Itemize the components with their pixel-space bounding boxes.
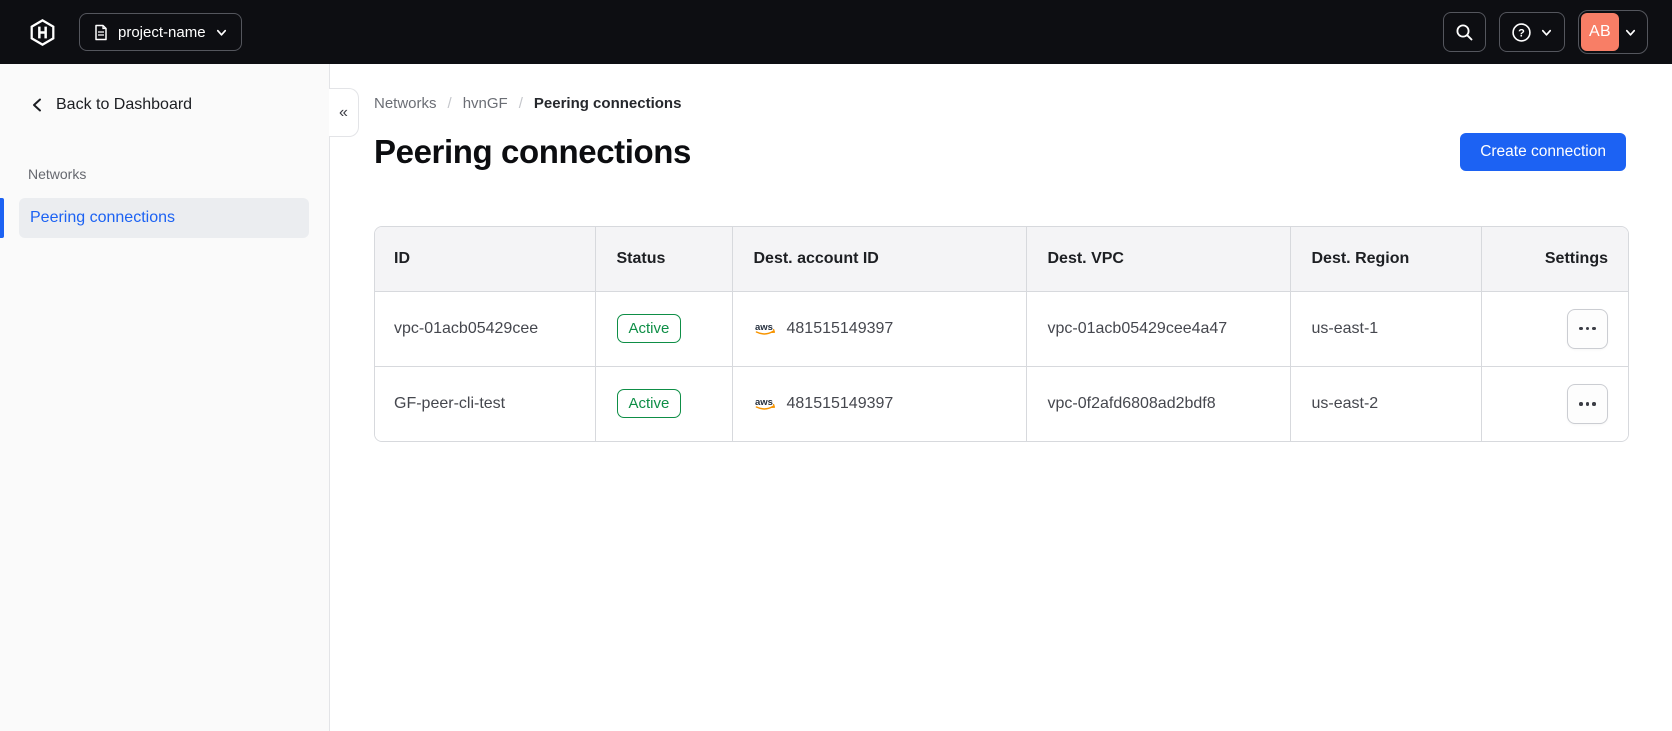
table-row: vpc-01acb05429cee Active aws 48151514939… [375, 290, 1628, 366]
cell-settings [1480, 290, 1628, 366]
project-switcher[interactable]: project-name [79, 13, 242, 51]
chevron-left-icon [30, 97, 44, 113]
status-badge: Active [616, 314, 682, 343]
active-item-indicator [0, 198, 4, 238]
cell-id: GF-peer-cli-test [375, 365, 595, 441]
svg-text:aws: aws [755, 397, 773, 408]
create-connection-button[interactable]: Create connection [1460, 133, 1626, 171]
help-circle-icon: ? [1511, 22, 1532, 43]
sidebar-item-label: Peering connections [30, 209, 175, 226]
breadcrumb-hvn[interactable]: hvnGF [463, 95, 508, 112]
breadcrumb-current: Peering connections [533, 95, 682, 112]
breadcrumb-separator: / [447, 95, 452, 112]
svg-text:aws: aws [755, 322, 773, 333]
back-to-dashboard-link[interactable]: Back to Dashboard [30, 96, 329, 114]
account-id-value: 481515149397 [786, 394, 894, 412]
back-to-dashboard-label: Back to Dashboard [56, 96, 193, 113]
breadcrumb: Networks / hvnGF / Peering connections [374, 95, 1626, 112]
topbar: project-name ? AB [0, 0, 1672, 64]
breadcrumb-separator: / [518, 95, 523, 112]
cell-dest-vpc: vpc-0f2afd6808ad2bdf8 [1025, 365, 1290, 441]
cell-dest-region: us-east-2 [1289, 365, 1481, 441]
document-icon [93, 24, 109, 41]
aws-icon: aws [754, 396, 777, 411]
cell-dest-vpc: vpc-01acb05429cee4a47 [1025, 290, 1290, 366]
column-header-dest-vpc: Dest. VPC [1025, 227, 1290, 291]
table-row: GF-peer-cli-test Active aws 481515149397… [375, 365, 1628, 441]
chevron-down-icon [215, 26, 228, 39]
chevron-down-icon [1540, 26, 1553, 39]
column-header-dest-account-id: Dest. account ID [731, 227, 1026, 291]
project-switcher-label: project-name [118, 23, 206, 41]
main-content: Networks / hvnGF / Peering connections P… [330, 64, 1672, 731]
sidebar-section-networks: Networks [28, 166, 87, 182]
cell-dest-account-id: aws 481515149397 [731, 290, 1026, 366]
cell-dest-account-id: aws 481515149397 [731, 365, 1026, 441]
collapse-chevrons-icon: « [339, 103, 348, 121]
breadcrumb-networks[interactable]: Networks [374, 95, 437, 112]
peering-connections-table: ID Status Dest. account ID Dest. VPC Des… [374, 226, 1629, 442]
cell-id: vpc-01acb05429cee [375, 290, 595, 366]
hashicorp-logo-icon[interactable] [28, 18, 56, 46]
sidebar-collapse-button[interactable]: « [329, 88, 359, 137]
cell-status: Active [594, 365, 732, 441]
search-icon [1455, 23, 1474, 42]
table-header-row: ID Status Dest. account ID Dest. VPC Des… [375, 227, 1628, 291]
cell-status: Active [594, 290, 732, 366]
account-id-value: 481515149397 [786, 319, 894, 337]
column-header-dest-region: Dest. Region [1289, 227, 1481, 291]
column-header-status: Status [594, 227, 732, 291]
column-header-settings: Settings [1480, 227, 1628, 291]
sidebar-item-peering-connections[interactable]: Peering connections [0, 198, 309, 238]
column-header-id: ID [375, 227, 595, 291]
topbar-actions: ? AB [1443, 10, 1648, 54]
user-menu-button[interactable]: AB [1578, 10, 1648, 54]
row-settings-button[interactable] [1567, 383, 1608, 424]
sidebar: Back to Dashboard Networks Peering conne… [0, 64, 330, 731]
page-title: Peering connections [374, 133, 691, 170]
cell-settings [1480, 365, 1628, 441]
status-badge: Active [616, 389, 682, 419]
avatar: AB [1581, 13, 1619, 51]
chevron-down-icon [1624, 26, 1637, 39]
page-header: Peering connections Create connection [374, 128, 1626, 176]
help-menu-button[interactable]: ? [1499, 12, 1565, 52]
aws-icon: aws [754, 321, 777, 336]
row-settings-button[interactable] [1567, 308, 1608, 349]
search-button[interactable] [1443, 12, 1486, 52]
cell-dest-region: us-east-1 [1289, 290, 1481, 366]
svg-text:?: ? [1518, 27, 1525, 39]
